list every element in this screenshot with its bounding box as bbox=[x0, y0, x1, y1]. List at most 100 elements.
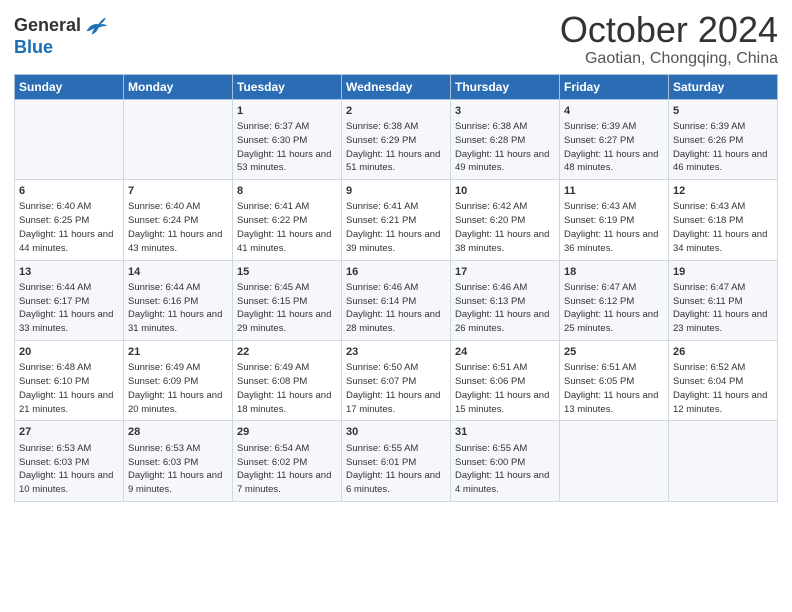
calendar-cell: 29 Sunrise: 6:54 AM Sunset: 6:02 PM Dayli… bbox=[233, 421, 342, 501]
calendar-cell: 14Sunrise: 6:44 AM Sunset: 6:16 PM Dayli… bbox=[124, 260, 233, 340]
day-number: 26 bbox=[673, 345, 773, 360]
calendar-cell: 15Sunrise: 6:45 AM Sunset: 6:15 PM Dayli… bbox=[233, 260, 342, 340]
header-wednesday: Wednesday bbox=[342, 74, 451, 99]
week-row-4: 20Sunrise: 6:48 AM Sunset: 6:10 PM Dayli… bbox=[15, 340, 778, 420]
calendar-cell: 11Sunrise: 6:43 AM Sunset: 6:19 PM Dayli… bbox=[560, 180, 669, 260]
day-number: 28 bbox=[128, 425, 228, 440]
day-content: Sunrise: 6:44 AM Sunset: 6:17 PM Dayligh… bbox=[19, 281, 119, 336]
calendar-cell: 10Sunrise: 6:42 AM Sunset: 6:20 PM Dayli… bbox=[451, 180, 560, 260]
day-number: 19 bbox=[673, 265, 773, 280]
calendar-cell: 9Sunrise: 6:41 AM Sunset: 6:21 PM Daylig… bbox=[342, 180, 451, 260]
logo: General Blue bbox=[14, 14, 107, 58]
day-number: 8 bbox=[237, 184, 337, 199]
calendar-cell: 25Sunrise: 6:51 AM Sunset: 6:05 PM Dayli… bbox=[560, 340, 669, 420]
header-monday: Monday bbox=[124, 74, 233, 99]
day-number: 21 bbox=[128, 345, 228, 360]
logo-text-blue: Blue bbox=[14, 37, 53, 57]
day-content: Sunrise: 6:50 AM Sunset: 6:07 PM Dayligh… bbox=[346, 361, 446, 416]
day-number: 9 bbox=[346, 184, 446, 199]
week-row-1: 1Sunrise: 6:37 AM Sunset: 6:30 PM Daylig… bbox=[15, 99, 778, 179]
day-number: 12 bbox=[673, 184, 773, 199]
day-number: 31 bbox=[455, 425, 555, 440]
title-block: October 2024 Gaotian, Chongqing, China bbox=[560, 10, 778, 68]
day-content: Sunrise: 6:55 AM Sunset: 6:01 PM Dayligh… bbox=[346, 442, 446, 497]
calendar-cell: 19Sunrise: 6:47 AM Sunset: 6:11 PM Dayli… bbox=[669, 260, 778, 340]
day-content: Sunrise: 6:41 AM Sunset: 6:22 PM Dayligh… bbox=[237, 200, 337, 255]
day-number: 13 bbox=[19, 265, 119, 280]
calendar-cell: 24Sunrise: 6:51 AM Sunset: 6:06 PM Dayli… bbox=[451, 340, 560, 420]
day-content: Sunrise: 6:40 AM Sunset: 6:24 PM Dayligh… bbox=[128, 200, 228, 255]
day-number: 29 bbox=[237, 425, 337, 440]
header-tuesday: Tuesday bbox=[233, 74, 342, 99]
day-content: Sunrise: 6:40 AM Sunset: 6:25 PM Dayligh… bbox=[19, 200, 119, 255]
day-number: 5 bbox=[673, 104, 773, 119]
day-number: 15 bbox=[237, 265, 337, 280]
calendar-subtitle: Gaotian, Chongqing, China bbox=[560, 50, 778, 68]
day-number: 27 bbox=[19, 425, 119, 440]
day-content: Sunrise: 6:38 AM Sunset: 6:28 PM Dayligh… bbox=[455, 120, 555, 175]
calendar-cell: 13Sunrise: 6:44 AM Sunset: 6:17 PM Dayli… bbox=[15, 260, 124, 340]
day-content: Sunrise: 6:54 AM Sunset: 6:02 PM Dayligh… bbox=[237, 442, 337, 497]
day-content: Sunrise: 6:53 AM Sunset: 6:03 PM Dayligh… bbox=[128, 442, 228, 497]
calendar-cell: 31 Sunrise: 6:55 AM Sunset: 6:00 PM Dayli… bbox=[451, 421, 560, 501]
calendar-cell: 22Sunrise: 6:49 AM Sunset: 6:08 PM Dayli… bbox=[233, 340, 342, 420]
header: General Blue October 2024 Gaotian, Chong… bbox=[14, 10, 778, 68]
day-number: 25 bbox=[564, 345, 664, 360]
day-number: 22 bbox=[237, 345, 337, 360]
calendar-cell: 4Sunrise: 6:39 AM Sunset: 6:27 PM Daylig… bbox=[560, 99, 669, 179]
day-number: 30 bbox=[346, 425, 446, 440]
day-content: Sunrise: 6:51 AM Sunset: 6:05 PM Dayligh… bbox=[564, 361, 664, 416]
day-content: Sunrise: 6:51 AM Sunset: 6:06 PM Dayligh… bbox=[455, 361, 555, 416]
day-number: 3 bbox=[455, 104, 555, 119]
calendar-cell: 6Sunrise: 6:40 AM Sunset: 6:25 PM Daylig… bbox=[15, 180, 124, 260]
calendar-cell: 20Sunrise: 6:48 AM Sunset: 6:10 PM Dayli… bbox=[15, 340, 124, 420]
page: General Blue October 2024 Gaotian, Chong… bbox=[0, 0, 792, 612]
day-number: 14 bbox=[128, 265, 228, 280]
day-content: Sunrise: 6:49 AM Sunset: 6:09 PM Dayligh… bbox=[128, 361, 228, 416]
header-saturday: Saturday bbox=[669, 74, 778, 99]
header-row: SundayMondayTuesdayWednesdayThursdayFrid… bbox=[15, 74, 778, 99]
day-number: 7 bbox=[128, 184, 228, 199]
day-content: Sunrise: 6:43 AM Sunset: 6:19 PM Dayligh… bbox=[564, 200, 664, 255]
calendar-cell: 23Sunrise: 6:50 AM Sunset: 6:07 PM Dayli… bbox=[342, 340, 451, 420]
calendar-cell: 30 Sunrise: 6:55 AM Sunset: 6:01 PM Dayli… bbox=[342, 421, 451, 501]
calendar-cell: 17Sunrise: 6:46 AM Sunset: 6:13 PM Dayli… bbox=[451, 260, 560, 340]
week-row-3: 13Sunrise: 6:44 AM Sunset: 6:17 PM Dayli… bbox=[15, 260, 778, 340]
calendar-cell: 28 Sunrise: 6:53 AM Sunset: 6:03 PM Dayli… bbox=[124, 421, 233, 501]
calendar-cell: 18Sunrise: 6:47 AM Sunset: 6:12 PM Dayli… bbox=[560, 260, 669, 340]
day-content: Sunrise: 6:39 AM Sunset: 6:27 PM Dayligh… bbox=[564, 120, 664, 175]
day-number: 20 bbox=[19, 345, 119, 360]
day-content: Sunrise: 6:46 AM Sunset: 6:13 PM Dayligh… bbox=[455, 281, 555, 336]
day-number: 10 bbox=[455, 184, 555, 199]
day-content: Sunrise: 6:43 AM Sunset: 6:18 PM Dayligh… bbox=[673, 200, 773, 255]
week-row-2: 6Sunrise: 6:40 AM Sunset: 6:25 PM Daylig… bbox=[15, 180, 778, 260]
calendar-title: October 2024 bbox=[560, 10, 778, 50]
calendar-cell: 5Sunrise: 6:39 AM Sunset: 6:26 PM Daylig… bbox=[669, 99, 778, 179]
day-number: 24 bbox=[455, 345, 555, 360]
logo-text: General bbox=[14, 16, 81, 36]
calendar-cell: 2Sunrise: 6:38 AM Sunset: 6:29 PM Daylig… bbox=[342, 99, 451, 179]
day-content: Sunrise: 6:55 AM Sunset: 6:00 PM Dayligh… bbox=[455, 442, 555, 497]
calendar-cell: 8Sunrise: 6:41 AM Sunset: 6:22 PM Daylig… bbox=[233, 180, 342, 260]
calendar-cell bbox=[124, 99, 233, 179]
day-content: Sunrise: 6:53 AM Sunset: 6:03 PM Dayligh… bbox=[19, 442, 119, 497]
day-content: Sunrise: 6:46 AM Sunset: 6:14 PM Dayligh… bbox=[346, 281, 446, 336]
day-content: Sunrise: 6:37 AM Sunset: 6:30 PM Dayligh… bbox=[237, 120, 337, 175]
calendar-cell: 7Sunrise: 6:40 AM Sunset: 6:24 PM Daylig… bbox=[124, 180, 233, 260]
calendar-cell: 26Sunrise: 6:52 AM Sunset: 6:04 PM Dayli… bbox=[669, 340, 778, 420]
day-content: Sunrise: 6:39 AM Sunset: 6:26 PM Dayligh… bbox=[673, 120, 773, 175]
header-sunday: Sunday bbox=[15, 74, 124, 99]
day-number: 23 bbox=[346, 345, 446, 360]
day-content: Sunrise: 6:44 AM Sunset: 6:16 PM Dayligh… bbox=[128, 281, 228, 336]
day-content: Sunrise: 6:47 AM Sunset: 6:12 PM Dayligh… bbox=[564, 281, 664, 336]
day-content: Sunrise: 6:52 AM Sunset: 6:04 PM Dayligh… bbox=[673, 361, 773, 416]
day-number: 2 bbox=[346, 104, 446, 119]
day-number: 1 bbox=[237, 104, 337, 119]
calendar-cell bbox=[669, 421, 778, 501]
logo-bird-icon bbox=[83, 14, 107, 38]
day-number: 16 bbox=[346, 265, 446, 280]
day-content: Sunrise: 6:47 AM Sunset: 6:11 PM Dayligh… bbox=[673, 281, 773, 336]
day-content: Sunrise: 6:48 AM Sunset: 6:10 PM Dayligh… bbox=[19, 361, 119, 416]
calendar-cell: 3Sunrise: 6:38 AM Sunset: 6:28 PM Daylig… bbox=[451, 99, 560, 179]
day-content: Sunrise: 6:45 AM Sunset: 6:15 PM Dayligh… bbox=[237, 281, 337, 336]
